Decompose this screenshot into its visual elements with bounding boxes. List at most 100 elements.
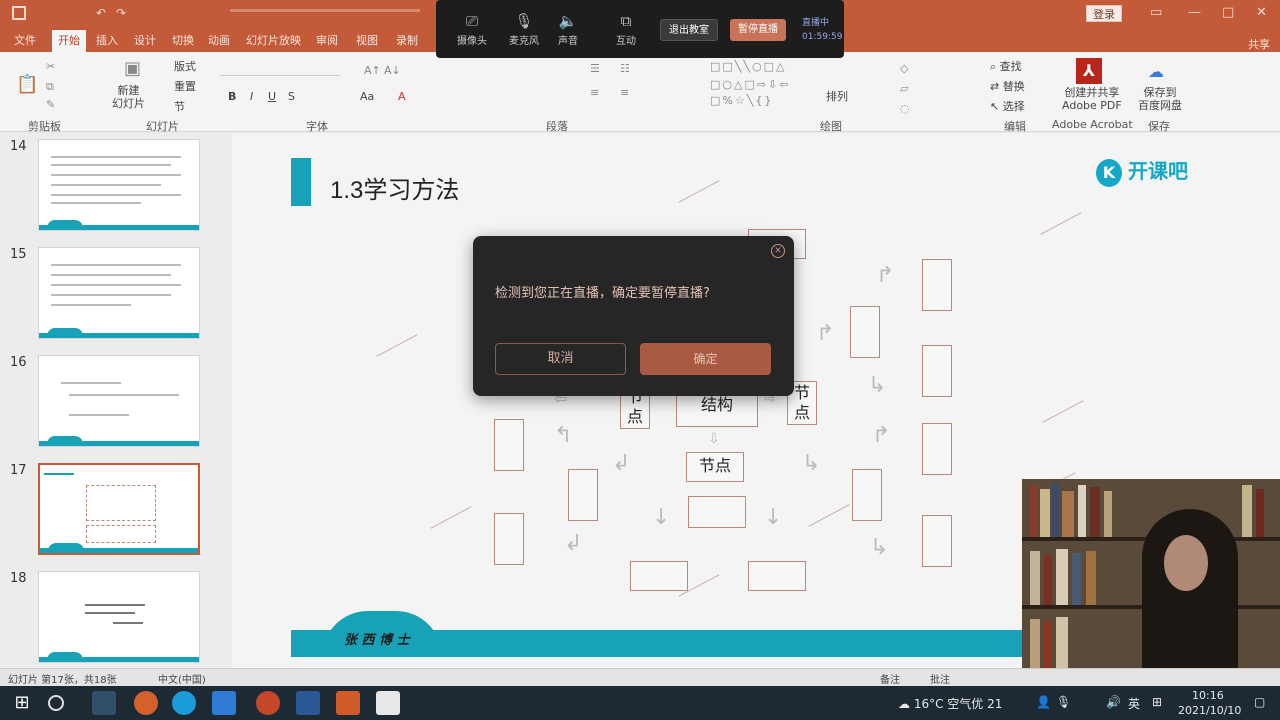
new-slide-button[interactable]: 新建 幻灯片 bbox=[112, 84, 145, 110]
app-icon[interactable] bbox=[336, 691, 360, 715]
shrink-font-icon[interactable]: A↓ bbox=[384, 64, 401, 77]
slide-thumbnail[interactable] bbox=[38, 139, 200, 231]
slide-thumbnail[interactable] bbox=[38, 571, 200, 663]
shape-fill-icon[interactable]: ◇ bbox=[900, 62, 908, 75]
font-color-button[interactable]: A bbox=[398, 90, 406, 103]
interact-button[interactable]: ⧉ 互动 bbox=[598, 0, 654, 58]
group-save: 保存 bbox=[1148, 120, 1170, 133]
status-bar: 幻灯片 第17张，共18张 中文(中国) 备注 批注 bbox=[0, 668, 1280, 686]
save-baidu-button[interactable]: 保存到 百度网盘 bbox=[1138, 86, 1182, 112]
select-button[interactable]: ↖ 选择 bbox=[990, 98, 1025, 114]
dialog-message: 检测到您正在直播，确定要暂停直播? bbox=[495, 286, 710, 301]
pause-live-button[interactable]: 暂停直播 bbox=[730, 19, 786, 41]
replace-button[interactable]: ⇄ 替换 bbox=[990, 78, 1025, 94]
tab-record[interactable]: 录制 bbox=[396, 30, 418, 52]
empty-box bbox=[494, 419, 524, 471]
undo-icon[interactable]: ↶ bbox=[96, 6, 108, 20]
maximize-icon[interactable]: □ bbox=[1222, 5, 1234, 20]
pause-live-dialog: ✕ 检测到您正在直播，确定要暂停直播? 取消 确定 bbox=[473, 236, 794, 396]
slide-thumbnail[interactable] bbox=[38, 247, 200, 339]
empty-box bbox=[852, 469, 882, 521]
close-window-icon[interactable]: ✕ bbox=[1256, 5, 1267, 20]
layout-button[interactable]: 版式 bbox=[174, 58, 196, 74]
font-size-aa-button[interactable]: Aa bbox=[360, 90, 374, 103]
shape-outline-icon[interactable]: ▱ bbox=[900, 82, 908, 95]
login-button[interactable]: 登录 bbox=[1086, 5, 1122, 22]
tab-file[interactable]: 文件 bbox=[14, 30, 36, 52]
edge-browser-icon[interactable] bbox=[172, 691, 196, 715]
camera-label: 摄像头 bbox=[457, 36, 487, 47]
pen-stroke bbox=[430, 506, 472, 529]
clock-date: 2021/10/10 bbox=[1178, 704, 1242, 717]
bullets-icon[interactable]: ☰ bbox=[590, 62, 600, 75]
minimize-icon[interactable]: — bbox=[1188, 5, 1201, 20]
align-left-icon[interactable]: ≡ bbox=[590, 86, 599, 99]
exit-class-button[interactable]: 退出教室 bbox=[660, 19, 718, 41]
redo-icon[interactable]: ↷ bbox=[116, 6, 128, 20]
comments-button[interactable]: 批注 bbox=[930, 671, 950, 686]
cancel-button[interactable]: 取消 bbox=[495, 343, 626, 375]
volume-icon[interactable]: 🔊 bbox=[1106, 695, 1121, 709]
ribbon-display-icon[interactable]: ▭ bbox=[1150, 5, 1162, 20]
numbering-icon[interactable]: ☷ bbox=[620, 62, 630, 75]
app-icon[interactable] bbox=[134, 691, 158, 715]
underline-button[interactable]: U bbox=[268, 90, 276, 103]
reset-button[interactable]: 重置 bbox=[174, 78, 196, 94]
shapes-gallery-row2[interactable]: □○△□⇨⇩⇦ bbox=[710, 78, 791, 91]
clock-time: 10:16 bbox=[1192, 689, 1224, 702]
shape-effects-icon[interactable]: ◌ bbox=[900, 102, 910, 115]
share-button[interactable]: 共享 bbox=[1248, 36, 1270, 52]
tab-slideshow[interactable]: 幻灯片放映 bbox=[246, 30, 301, 52]
windows-start-icon[interactable]: ⊞ bbox=[10, 691, 34, 715]
tab-review[interactable]: 审阅 bbox=[316, 30, 338, 52]
paste-icon[interactable]: 📋 bbox=[16, 74, 38, 95]
sound-button[interactable]: 🔈 声音 bbox=[540, 0, 596, 58]
confirm-button[interactable]: 确定 bbox=[640, 343, 771, 375]
pen-stroke bbox=[678, 180, 720, 203]
shapes-gallery[interactable]: □□╲╲○□△ bbox=[710, 60, 786, 73]
weather-widget[interactable]: ☁ 16°C 空气优 21 bbox=[898, 695, 1002, 712]
slide-thumbnail[interactable] bbox=[38, 355, 200, 447]
notification-icon[interactable]: ▢ bbox=[1254, 695, 1265, 709]
align-center-icon[interactable]: ≡ bbox=[620, 86, 629, 99]
section-button[interactable]: 节 bbox=[174, 98, 185, 114]
tab-view[interactable]: 视图 bbox=[356, 30, 378, 52]
find-button[interactable]: ⌕ 查找 bbox=[990, 58, 1022, 74]
save-icon[interactable] bbox=[12, 6, 26, 20]
camera-button[interactable]: ⎚ 摄像头 bbox=[444, 0, 500, 58]
ime-indicator[interactable]: 英 bbox=[1128, 695, 1140, 712]
word-icon[interactable] bbox=[296, 691, 320, 715]
input-method-icon[interactable]: ⊞ bbox=[1152, 695, 1162, 709]
copy-icon[interactable]: ⧉ bbox=[46, 80, 54, 94]
app-icon[interactable] bbox=[212, 691, 236, 715]
person-icon[interactable]: 👤 bbox=[1036, 695, 1051, 709]
create-pdf-button[interactable]: 创建并共享 Adobe PDF bbox=[1062, 86, 1122, 112]
shadow-button[interactable]: S bbox=[288, 90, 295, 103]
close-icon[interactable]: ✕ bbox=[771, 244, 785, 258]
search-icon: ⌕ bbox=[990, 60, 997, 73]
language-status[interactable]: 中文(中国) bbox=[158, 671, 206, 686]
tab-transitions[interactable]: 切换 bbox=[172, 30, 194, 52]
italic-button[interactable]: I bbox=[250, 90, 253, 103]
baidu-cloud-icon: ☁ bbox=[1148, 62, 1164, 81]
task-view-icon[interactable] bbox=[92, 691, 116, 715]
app-icon[interactable] bbox=[376, 691, 400, 715]
tab-home[interactable]: 开始 bbox=[52, 30, 86, 52]
tab-insert[interactable]: 插入 bbox=[96, 30, 118, 52]
format-painter-icon[interactable]: ✎ bbox=[46, 98, 55, 111]
cut-icon[interactable]: ✂ bbox=[46, 60, 55, 73]
powerpoint-icon[interactable] bbox=[256, 691, 280, 715]
mic-tray-icon[interactable]: 🎙 bbox=[1056, 695, 1071, 709]
tab-animations[interactable]: 动画 bbox=[208, 30, 230, 52]
curved-arrow-icon: ↳ bbox=[802, 451, 821, 476]
bold-button[interactable]: B bbox=[228, 90, 236, 103]
shapes-gallery-row3[interactable]: □%☆╲{} bbox=[710, 94, 773, 107]
notes-button[interactable]: 备注 bbox=[880, 671, 900, 686]
search-taskbar-icon[interactable] bbox=[48, 695, 64, 711]
font-family-select[interactable] bbox=[220, 64, 340, 76]
tab-design[interactable]: 设计 bbox=[134, 30, 156, 52]
arrange-button[interactable]: 排列 bbox=[826, 88, 848, 104]
grow-font-icon[interactable]: A↑ bbox=[364, 64, 381, 77]
empty-box bbox=[922, 259, 952, 311]
slide-thumbnail-selected[interactable] bbox=[38, 463, 200, 555]
